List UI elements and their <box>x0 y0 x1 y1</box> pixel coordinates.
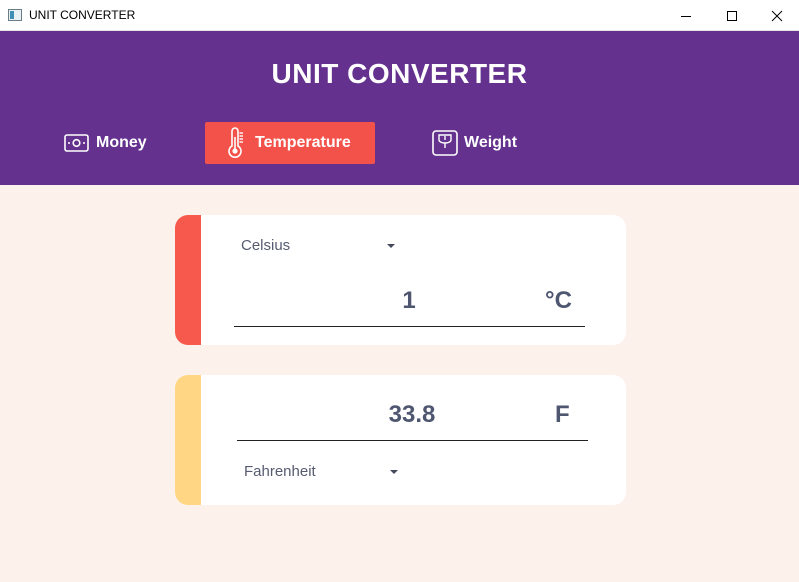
chevron-down-icon <box>390 470 398 474</box>
tab-weight-label: Weight <box>464 134 518 151</box>
money-icon <box>64 134 89 152</box>
to-unit-select[interactable]: Fahrenheit <box>244 461 404 481</box>
maximize-icon <box>727 10 737 21</box>
tab-money-label: Money <box>96 134 147 151</box>
to-unit-selected: Fahrenheit <box>244 462 316 480</box>
tab-temperature-label: Temperature <box>255 134 351 151</box>
app-window-icon <box>8 9 22 21</box>
to-unit-card: 33.8 F Fahrenheit <box>175 375 626 505</box>
tab-money[interactable]: Money <box>64 122 147 164</box>
from-value-underline <box>234 326 585 327</box>
to-value-output[interactable]: 33.8 <box>348 401 476 429</box>
tab-weight[interactable]: Weight <box>432 122 517 164</box>
app-title: UNIT CONVERTER <box>271 58 528 89</box>
window-title-bar: UNIT CONVERTER <box>0 0 799 31</box>
from-unit-selected: Celsius <box>241 236 291 254</box>
to-unit-symbol: F <box>555 401 570 428</box>
from-unit-symbol: °C <box>545 287 572 314</box>
window-title: UNIT CONVERTER <box>29 8 136 22</box>
minimize-button[interactable] <box>663 0 709 31</box>
to-accent-strip <box>175 375 201 505</box>
from-unit-select[interactable]: Celsius <box>241 235 401 255</box>
chevron-down-icon <box>387 244 395 248</box>
app-header: UNIT CONVERTER Money Temperature Weight <box>0 31 799 185</box>
scale-icon <box>432 130 458 156</box>
close-icon <box>771 10 783 21</box>
close-button[interactable] <box>754 0 799 31</box>
maximize-button[interactable] <box>709 0 755 31</box>
minimize-icon <box>681 15 691 17</box>
from-value-input[interactable]: 1 <box>345 287 473 315</box>
thermometer-icon <box>228 127 243 158</box>
to-value-underline <box>237 440 588 441</box>
from-unit-card: Celsius 1 °C <box>175 215 626 345</box>
tab-temperature[interactable]: Temperature <box>205 122 375 164</box>
from-accent-strip <box>175 215 201 345</box>
